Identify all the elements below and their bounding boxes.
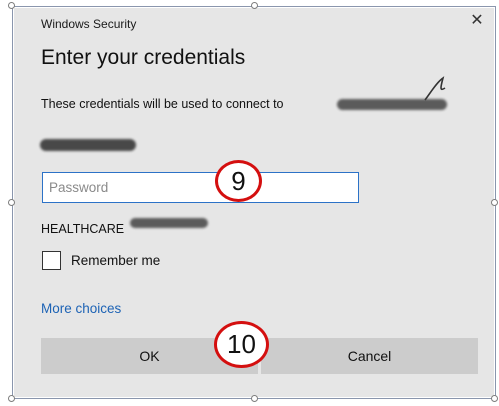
window-title: Windows Security bbox=[41, 17, 137, 31]
remember-me-label[interactable]: Remember me bbox=[71, 253, 160, 268]
dialog-heading: Enter your credentials bbox=[41, 46, 246, 69]
resize-handle-bottom-left[interactable] bbox=[8, 395, 15, 402]
domain-user-label: HEALTHCARE bbox=[41, 222, 124, 236]
resize-handle-top-center[interactable] bbox=[251, 2, 258, 9]
resize-handle-middle-left[interactable] bbox=[8, 199, 15, 206]
connection-description-text: These credentials will be used to connec… bbox=[41, 97, 284, 111]
resize-handle-bottom-right[interactable] bbox=[491, 395, 498, 402]
redacted-username bbox=[40, 139, 136, 151]
remember-me-checkbox[interactable] bbox=[42, 251, 61, 270]
resize-handle-top-left[interactable] bbox=[8, 2, 15, 9]
redaction-scribble-mark bbox=[424, 76, 446, 101]
step-10-badge: 10 bbox=[214, 321, 269, 368]
resize-handle-bottom-center[interactable] bbox=[251, 395, 258, 402]
step-9-badge: 9 bbox=[215, 160, 262, 202]
connection-description: These credentials will be used to connec… bbox=[41, 97, 284, 111]
password-input[interactable] bbox=[42, 172, 359, 203]
more-choices-link[interactable]: More choices bbox=[41, 301, 121, 316]
credentials-dialog: Windows Security ✕ Enter your credential… bbox=[14, 8, 494, 397]
resize-handle-middle-right[interactable] bbox=[491, 199, 498, 206]
close-icon[interactable]: ✕ bbox=[469, 13, 485, 29]
redacted-domain-user bbox=[130, 218, 208, 228]
domain-prefix: HEALTHCARE bbox=[41, 222, 125, 236]
cancel-button[interactable]: Cancel bbox=[261, 338, 478, 374]
